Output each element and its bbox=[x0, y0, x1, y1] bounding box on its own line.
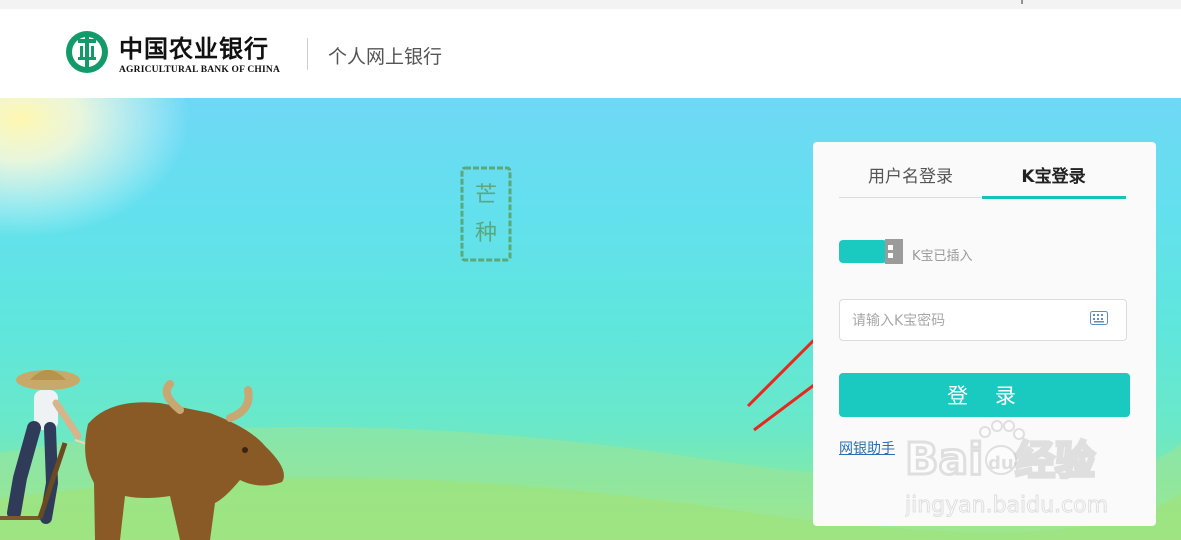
active-tab-indicator bbox=[982, 196, 1126, 199]
login-panel: 用户名登录 K宝登录 K宝已插入 登 录 网银助手 bbox=[813, 142, 1156, 526]
seal-char-2: 种 bbox=[475, 221, 497, 246]
page-subtitle: 个人网上银行 bbox=[328, 46, 443, 68]
header: 中国农业银行 AGRICULTURAL BANK OF CHINA 个人网上银行 bbox=[0, 9, 1181, 98]
tab-kbao-login[interactable]: K宝登录 bbox=[982, 162, 1125, 187]
ebank-helper-link[interactable]: 网银助手 bbox=[839, 438, 895, 458]
password-field-box bbox=[839, 299, 1127, 341]
usb-key-icon bbox=[839, 239, 903, 264]
top-strip: | bbox=[0, 0, 1181, 9]
soft-keyboard-icon[interactable] bbox=[1090, 311, 1108, 325]
usb-status-text: K宝已插入 bbox=[912, 249, 973, 264]
abc-logo-icon bbox=[66, 31, 108, 73]
sun-glow bbox=[0, 98, 220, 258]
top-links-cropped: | bbox=[1020, 0, 1120, 4]
bank-name-en: AGRICULTURAL BANK OF CHINA bbox=[119, 65, 281, 75]
header-divider bbox=[307, 38, 308, 70]
tab-username-login[interactable]: 用户名登录 bbox=[839, 162, 982, 187]
kbao-password-input[interactable] bbox=[850, 310, 1084, 332]
bank-name-cn: 中国农业银行 bbox=[119, 34, 269, 63]
seal-stamp-icon: 芒 种 bbox=[460, 166, 512, 262]
seal-char-1: 芒 bbox=[475, 183, 497, 208]
login-button[interactable]: 登 录 bbox=[839, 373, 1130, 417]
login-tabs: 用户名登录 K宝登录 bbox=[839, 142, 1126, 199]
